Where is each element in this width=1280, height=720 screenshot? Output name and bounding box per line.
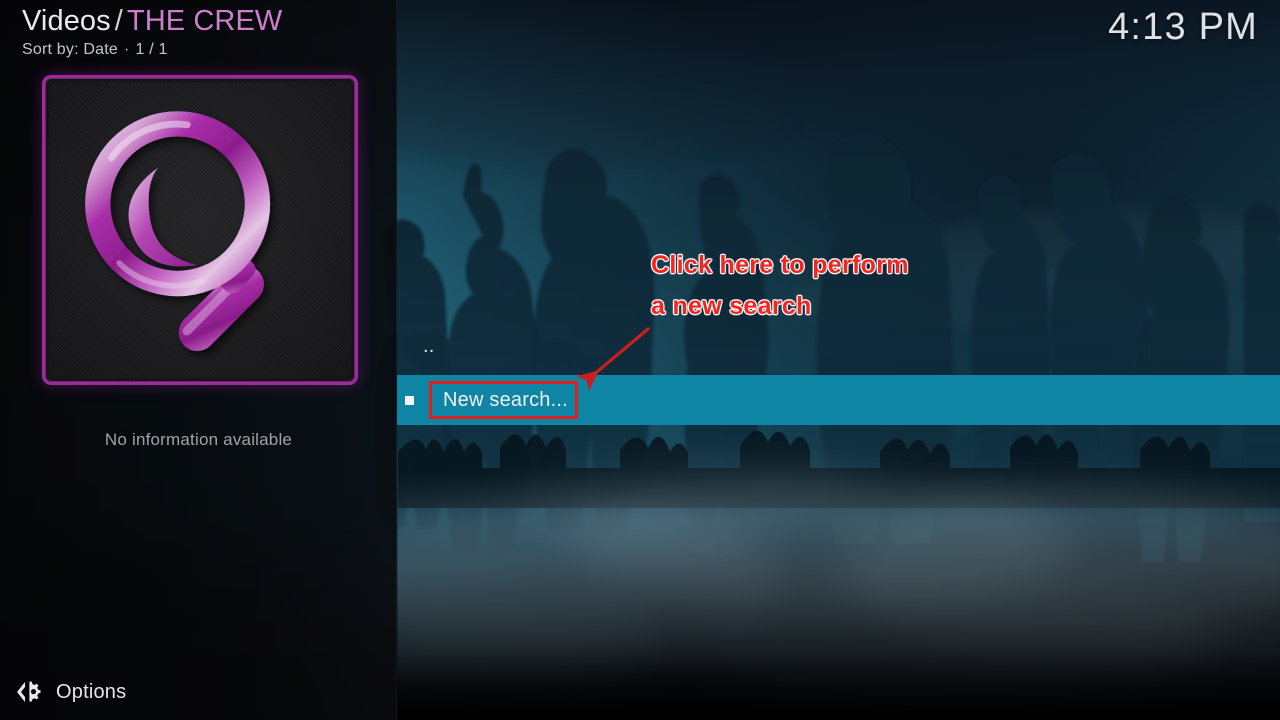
page-indicator: 1 / 1 (135, 41, 168, 58)
selection-bullet-slot (397, 395, 421, 405)
breadcrumb-separator: / (114, 5, 123, 37)
sort-and-page-info: Sort by: Date · 1 / 1 (22, 40, 382, 60)
info-sidebar: Videos/THE CREW Sort by: Date · 1 / 1 (0, 0, 397, 720)
annotation-highlight-box (429, 381, 578, 419)
thumbnail-frame (42, 75, 358, 385)
sort-label: Sort by: Date (22, 41, 118, 58)
list-item-parent-folder[interactable]: .. (397, 328, 1280, 378)
options-button[interactable]: Options (0, 664, 397, 720)
selection-bullet-icon (404, 395, 414, 405)
annotation-line-1: Click here to perform (651, 251, 909, 279)
plot-text: No information available (104, 430, 293, 449)
thumbnail-image (49, 82, 351, 378)
annotation-arrow-icon (576, 327, 650, 392)
page-title: Videos / THE CREW (22, 4, 382, 38)
breadcrumb: Videos / THE CREW Sort by: Date · 1 / 1 (22, 4, 382, 60)
breadcrumb-folder: THE CREW (126, 5, 283, 37)
kodi-screen: 4:13 PM .. New search... Videos / THE CREW… (0, 0, 1280, 720)
item-thumbnail (42, 75, 358, 385)
breadcrumb-section: Videos (22, 5, 111, 37)
file-list[interactable]: .. New search... (397, 0, 1280, 720)
parent-folder-label: .. (423, 334, 435, 357)
info-separator: · (123, 41, 130, 58)
options-label: Options (56, 680, 127, 703)
magnifier-icon (85, 111, 271, 351)
options-gear-icon (17, 681, 41, 702)
